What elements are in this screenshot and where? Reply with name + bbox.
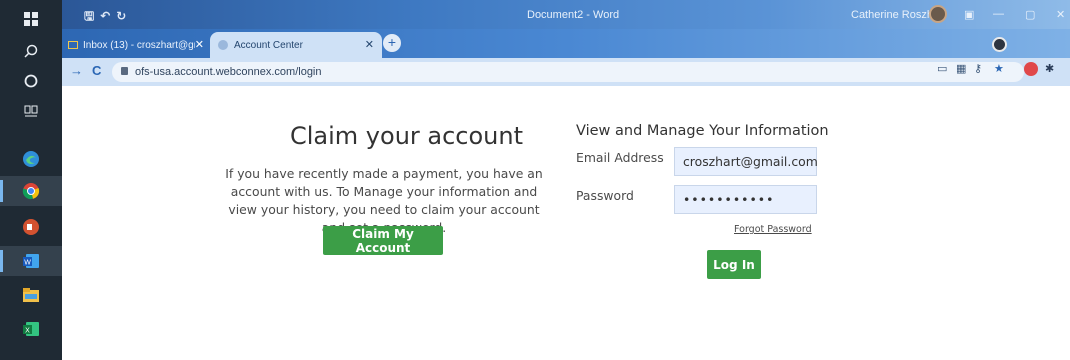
tab-account-center[interactable]: Account Center ✕ <box>210 32 382 58</box>
close-tab-icon[interactable]: ✕ <box>195 38 204 51</box>
extensions-puzzle-icon[interactable]: ✱ <box>1045 62 1054 75</box>
maximize-icon[interactable]: ▢ <box>1025 8 1035 21</box>
excel-icon: X <box>23 322 39 336</box>
new-tab-button[interactable]: + <box>383 34 401 52</box>
redo-icon[interactable]: ↻ <box>116 9 132 23</box>
close-icon[interactable]: ✕ <box>1056 8 1065 21</box>
key-icon[interactable]: ⚷ <box>974 62 982 75</box>
taskbar-chrome-button[interactable] <box>0 176 62 206</box>
login-heading: View and Manage Your Information <box>576 123 829 139</box>
taskbar-task-view-button[interactable] <box>0 96 62 126</box>
browser-toolbar: → C ofs-usa.account.webconnex.com/login … <box>62 58 1070 86</box>
address-bar[interactable]: ofs-usa.account.webconnex.com/login <box>112 62 1024 82</box>
taskbar-edge-button[interactable] <box>0 144 62 174</box>
cast-icon[interactable]: ▭ <box>937 62 947 75</box>
cortana-icon <box>24 74 38 88</box>
password-label: Password <box>576 188 634 203</box>
word-icon: W <box>23 254 39 268</box>
tab-label: Inbox (13) - croszhart@gmail.com <box>83 39 195 51</box>
bookmark-star-icon[interactable]: ★ <box>994 62 1004 75</box>
taskbar-search-button[interactable] <box>0 36 62 66</box>
save-icon[interactable]: 🖫 <box>84 9 100 23</box>
forgot-password-link[interactable]: Forgot Password <box>734 224 812 235</box>
quick-access-toolbar[interactable]: 🖫↶↻ <box>84 7 132 28</box>
powerpoint-icon <box>23 219 39 235</box>
email-field[interactable]: croszhart@gmail.com <box>674 147 818 176</box>
password-field[interactable]: ••••••••••• <box>674 185 817 214</box>
windows-start-icon <box>24 12 38 26</box>
tab-label: Account Center <box>234 39 303 51</box>
document-title: Document2 - Word <box>527 9 620 21</box>
word-title-bar: 🖫↶↻ Document2 - Word Catherine Roszhart … <box>62 0 1070 29</box>
profile-icon[interactable] <box>992 37 1007 52</box>
taskbar-excel-button[interactable]: X <box>0 314 62 344</box>
windows-taskbar: W X <box>0 0 62 360</box>
svg-text:X: X <box>25 328 30 335</box>
chrome-icon <box>22 183 40 200</box>
url-text[interactable]: ofs-usa.account.webconnex.com/login <box>135 66 322 78</box>
edge-icon <box>23 151 39 167</box>
browser-tab-strip: Inbox (13) - croszhart@gmail.com ✕ Accou… <box>62 29 1070 58</box>
taskbar-word-button[interactable]: W <box>0 246 62 276</box>
taskbar-file-explorer-button[interactable] <box>0 280 62 310</box>
gmail-icon <box>68 41 78 49</box>
log-in-button[interactable]: Log In <box>707 250 761 279</box>
ribbon-display-icon[interactable]: ▣ <box>964 8 974 21</box>
tab-gmail-inbox[interactable]: Inbox (13) - croszhart@gmail.com ✕ <box>62 32 210 58</box>
search-icon <box>24 44 38 58</box>
user-avatar[interactable] <box>929 5 947 23</box>
file-explorer-icon <box>23 288 39 302</box>
email-label: Email Address <box>576 150 664 165</box>
reload-icon[interactable]: C <box>92 63 101 78</box>
taskbar-powerpoint-button[interactable] <box>0 212 62 242</box>
svg-text:W: W <box>24 260 31 267</box>
taskbar-cortana-button[interactable] <box>0 66 62 96</box>
close-tab-icon[interactable]: ✕ <box>365 38 374 51</box>
undo-icon[interactable]: ↶ <box>100 9 116 23</box>
claim-account-heading: Claim your account <box>290 122 524 150</box>
task-view-icon <box>24 105 38 117</box>
minimize-icon[interactable]: — <box>993 8 1004 20</box>
site-favicon-icon <box>218 40 228 50</box>
qr-code-icon[interactable]: ▦ <box>956 62 966 75</box>
claim-my-account-button[interactable]: Claim My Account <box>323 226 443 255</box>
page-content: Claim your account If you have recently … <box>62 86 1070 360</box>
forward-arrow-icon[interactable]: → <box>70 63 83 78</box>
windows-start-button[interactable] <box>0 4 62 34</box>
adblock-icon[interactable] <box>1024 62 1038 76</box>
lock-icon[interactable] <box>121 67 128 75</box>
